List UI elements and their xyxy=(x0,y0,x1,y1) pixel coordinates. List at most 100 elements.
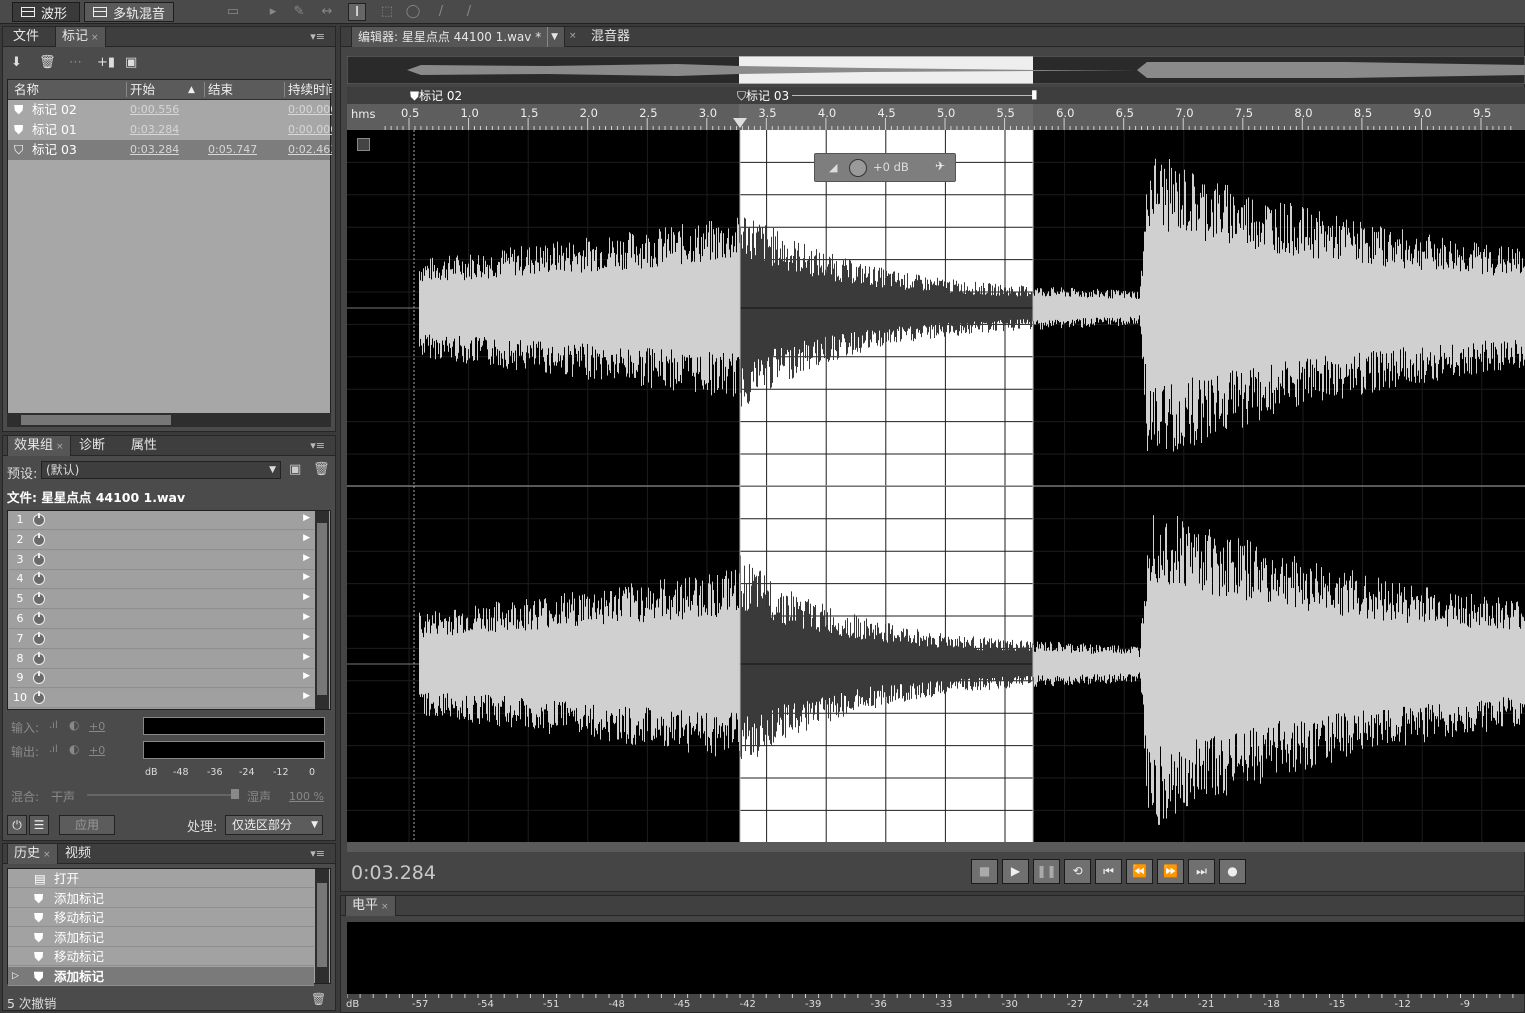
horizontal-scrollbar[interactable] xyxy=(7,413,331,427)
marker-start[interactable]: 0:03.284 xyxy=(130,140,179,160)
insert-playlist-icon[interactable]: +▮ xyxy=(97,55,115,70)
delete-history-icon[interactable]: 🗑 xyxy=(311,992,326,1006)
preset-select[interactable]: (默认) ▼ xyxy=(41,461,281,479)
stop-icon[interactable]: ■ xyxy=(971,859,998,884)
effect-slot[interactable]: 4 ▶ xyxy=(9,570,314,590)
pause-icon[interactable]: ❚❚ xyxy=(1033,859,1060,884)
history-item[interactable]: ⛊ 移动标记 xyxy=(8,908,314,927)
apply-button[interactable]: 应用 xyxy=(59,815,115,835)
chevron-right-icon[interactable]: ▶ xyxy=(303,533,310,543)
tab-effects[interactable]: 效果组 × xyxy=(7,436,71,456)
col-duration[interactable]: 持续时间 xyxy=(288,80,332,100)
brush-tool-icon[interactable]: / xyxy=(432,3,450,21)
marker-start[interactable]: 0:03.284 xyxy=(130,120,179,140)
overview-strip[interactable] xyxy=(347,56,1525,84)
power-icon[interactable] xyxy=(33,532,45,546)
merge-marker-icon[interactable]: ⋯ xyxy=(69,55,82,70)
chevron-right-icon[interactable]: ▶ xyxy=(303,572,310,582)
hud-gain-value[interactable]: +0 dB xyxy=(873,160,909,174)
vertical-scrollbar[interactable] xyxy=(315,869,329,983)
effect-slot[interactable]: 6 ▶ xyxy=(9,610,314,629)
history-item[interactable]: ⛊ 添加标记 xyxy=(8,889,314,908)
tab-video[interactable]: 视频 xyxy=(59,844,97,864)
waveform-scrollbar[interactable] xyxy=(347,842,1525,852)
input-gain-knob-icon[interactable]: ◐ xyxy=(69,718,79,732)
time-selection-tool-icon[interactable]: I xyxy=(348,3,366,21)
col-end[interactable]: 结束 xyxy=(208,80,233,100)
go-to-start-icon[interactable]: ⏮ xyxy=(1095,859,1122,884)
volume-knob-icon[interactable] xyxy=(849,159,867,177)
pin-icon[interactable]: ✈ xyxy=(935,159,945,173)
history-item[interactable]: ⛊ 添加标记 xyxy=(8,928,314,947)
chevron-right-icon[interactable]: ▶ xyxy=(303,513,310,523)
wet-value[interactable]: 100 % xyxy=(289,790,324,803)
rewind-icon[interactable]: ⏪ xyxy=(1126,859,1153,884)
zoom-toggle-icon[interactable] xyxy=(357,138,370,151)
close-icon[interactable]: × xyxy=(56,442,64,452)
razor-tool-icon[interactable]: ✎ xyxy=(290,3,308,21)
chevron-right-icon[interactable]: ▶ xyxy=(303,671,310,681)
col-start[interactable]: 开始 xyxy=(130,80,155,100)
scroll-thumb[interactable] xyxy=(317,883,327,967)
save-preset-icon[interactable]: ▣ xyxy=(289,462,301,477)
effect-slot[interactable]: 3 ▶ xyxy=(9,550,314,570)
input-gain-value[interactable]: +0 xyxy=(89,720,105,733)
waveform-mode-button[interactable]: 波形 xyxy=(12,2,80,22)
chevron-right-icon[interactable]: ▶ xyxy=(303,612,310,622)
marker-02[interactable]: ⛊标记 02 xyxy=(410,87,462,104)
history-item[interactable]: ▷ ⛊ 添加标记 xyxy=(8,966,314,986)
effect-slot[interactable]: 9 ▶ xyxy=(9,669,314,689)
effect-slot[interactable]: 7 ▶ xyxy=(9,629,314,649)
marker-start[interactable]: 0:00.556 xyxy=(130,100,179,120)
marquee-tool-icon[interactable]: ⬚ xyxy=(378,3,396,21)
scroll-thumb[interactable] xyxy=(21,415,171,425)
effect-slot[interactable]: 8 ▶ xyxy=(9,649,314,669)
close-icon[interactable]: × xyxy=(43,850,51,860)
add-marker-icon[interactable]: ⬇ xyxy=(11,55,22,70)
power-icon[interactable]: ⏻ xyxy=(7,815,27,835)
power-icon[interactable] xyxy=(33,612,45,625)
close-icon[interactable]: × xyxy=(91,33,99,43)
panel-menu-icon[interactable]: ▾≡ xyxy=(310,847,325,860)
go-to-end-icon[interactable]: ⏭ xyxy=(1188,859,1215,884)
power-icon[interactable] xyxy=(33,513,45,526)
tab-editor[interactable]: 编辑器: 星星点点 44100 1.wav * ▼ xyxy=(351,27,565,47)
tab-history[interactable]: 历史 × xyxy=(7,844,58,864)
output-gain-knob-icon[interactable]: ◐ xyxy=(69,742,79,756)
history-item[interactable]: ⛊ 移动标记 xyxy=(8,947,314,966)
effect-slot[interactable]: 1 ▶ xyxy=(9,511,314,530)
marker-row[interactable]: ⛊ 标记 01 0:03.284 0:00.000 xyxy=(8,120,332,140)
close-icon[interactable]: × xyxy=(381,902,389,912)
list-icon[interactable]: ☰ xyxy=(29,815,49,835)
scroll-thumb[interactable] xyxy=(317,523,327,695)
lasso-tool-icon[interactable]: ◯ xyxy=(404,3,422,21)
effect-slot[interactable]: 5 ▶ xyxy=(9,590,314,610)
marker-end[interactable]: 0:05.747 xyxy=(208,140,257,160)
effect-slot[interactable]: 10 ▶ xyxy=(9,689,314,709)
chevron-right-icon[interactable]: ▶ xyxy=(303,632,310,642)
process-select[interactable]: 仅选区部分 ▼ xyxy=(225,815,323,835)
power-icon[interactable] xyxy=(33,592,45,606)
marker-03[interactable]: ⛉标记 03 xyxy=(737,87,793,104)
power-icon[interactable] xyxy=(33,552,45,566)
output-gain-value[interactable]: +0 xyxy=(89,744,105,757)
marker-duration[interactable]: 0:00.000 xyxy=(288,120,332,140)
multitrack-mode-button[interactable]: 多轨混音 xyxy=(84,2,174,22)
tab-mixer[interactable]: 混音器 xyxy=(585,27,636,47)
marker-row-selected[interactable]: ⛉ 标记 03 0:03.284 0:05.747 0:02.463 xyxy=(8,140,332,160)
fast-forward-icon[interactable]: ⏩ xyxy=(1157,859,1184,884)
chevron-down-icon[interactable]: ▼ xyxy=(547,27,558,47)
chevron-right-icon[interactable]: ▶ xyxy=(303,691,310,701)
power-icon[interactable] xyxy=(33,651,45,665)
panel-menu-icon[interactable]: ▾≡ xyxy=(310,30,325,43)
tab-properties[interactable]: 属性 xyxy=(125,436,163,456)
delete-preset-icon[interactable]: 🗑 xyxy=(313,462,330,477)
chevron-right-icon[interactable]: ▶ xyxy=(303,592,310,602)
tab-levels[interactable]: 电平 × xyxy=(345,896,396,916)
tab-markers[interactable]: 标记 × xyxy=(55,27,106,47)
tab-file[interactable]: 文件 xyxy=(7,27,45,47)
play-icon[interactable]: ▶ xyxy=(1002,859,1029,884)
chevron-right-icon[interactable]: ▶ xyxy=(303,652,310,662)
power-icon[interactable] xyxy=(33,631,45,645)
slip-tool-icon[interactable]: ↔ xyxy=(318,3,336,21)
